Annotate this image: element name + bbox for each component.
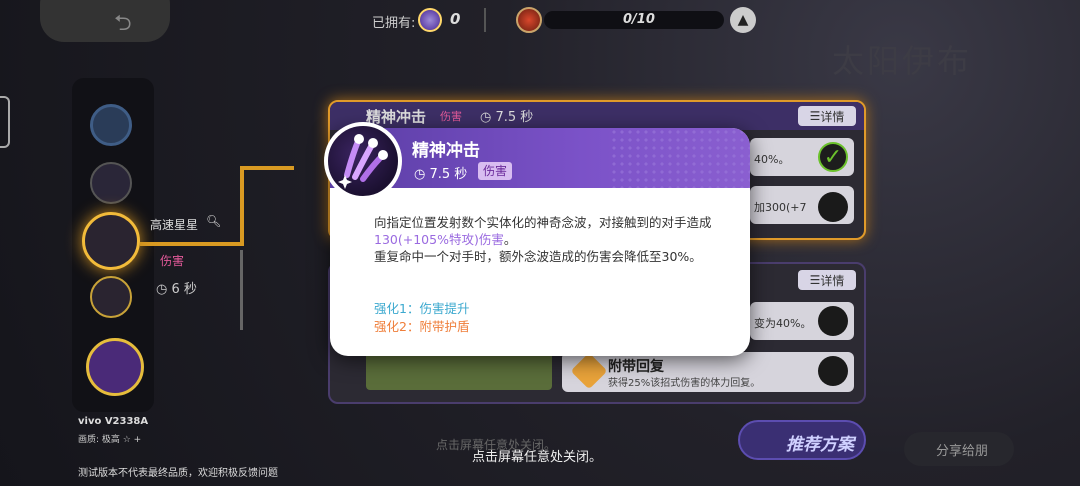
- enhancement-2: 强化2：附带护盾: [374, 319, 470, 334]
- header-pattern: [610, 128, 750, 188]
- selected-skill-tag: 伤害: [160, 254, 185, 268]
- enhancement-1: 强化1：伤害提升: [374, 301, 470, 316]
- desc-text: 向指定位置发射数个实体化的神奇念波，对接触到的对手造成: [374, 215, 712, 230]
- selected-skill-cd: ◷ 6 秒: [156, 282, 197, 297]
- check-icon[interactable]: ✓: [818, 142, 848, 172]
- device-label: vivo V2338A: [78, 416, 149, 427]
- upgrade-option-text: 变为40%。: [754, 317, 812, 330]
- close-hint[interactable]: 点击屏幕任意处关闭。: [472, 446, 602, 465]
- progress-text: 0/10: [623, 12, 655, 27]
- cd-value: 7.5 秒: [495, 110, 534, 125]
- upgrade-option-text: 40%。: [754, 153, 790, 166]
- divider: [484, 8, 486, 32]
- recommend-label: 推荐方案: [786, 435, 854, 455]
- recommend-plan-button[interactable]: 推荐方案: [738, 420, 866, 460]
- currency-icon: [418, 8, 442, 32]
- details-button[interactable]: ☰ 详情: [798, 106, 856, 126]
- skill-node-icon[interactable]: [90, 276, 132, 318]
- pokemon-name: 太阳伊布: [832, 42, 973, 80]
- upgrade-option-text: 加300(+7: [754, 201, 807, 214]
- psyshock-skill-icon: [324, 122, 402, 200]
- upgrade-panel-cd: ◷ 7.5 秒: [480, 110, 534, 125]
- quality-label: 画质: 极高 ☆ +: [78, 435, 142, 445]
- search-icon[interactable]: 🔍︎: [206, 214, 221, 228]
- swift-star-skill-icon[interactable]: [82, 212, 140, 270]
- desc-text: 重复命中一个对手时，额外念波造成的伤害会降低至30%。: [374, 249, 702, 264]
- owned-count: 0: [450, 10, 461, 28]
- badge-icon: [516, 7, 542, 33]
- popup-title: 精神冲击: [412, 141, 480, 161]
- share-button[interactable]: 分享给朋: [904, 432, 1014, 466]
- details-label: 详情: [820, 273, 845, 288]
- details-label: 详情: [820, 109, 845, 124]
- unite-move-icon[interactable]: [86, 338, 144, 396]
- arrow-up-icon[interactable]: ▲: [730, 7, 756, 33]
- heal-title: 附带回复: [608, 359, 664, 375]
- tree-connector: [240, 166, 294, 170]
- owned-label: 已拥有:: [372, 16, 416, 31]
- cd-value: 7.5 秒: [429, 167, 468, 182]
- radio-button[interactable]: [818, 306, 848, 336]
- popup-tag: 伤害: [478, 162, 513, 180]
- tree-connector: [140, 242, 244, 246]
- desc-highlight: 130(+105%特攻)伤害: [374, 232, 504, 247]
- heal-desc: 获得25%该招式伤害的体力回复。: [608, 378, 761, 389]
- test-notice: 测试版本不代表最终品质，欢迎积极反馈问题: [78, 468, 278, 479]
- radio-button[interactable]: [818, 192, 848, 222]
- selected-skill-name: 高速星星: [150, 218, 199, 232]
- psyshock-icon: [338, 134, 388, 189]
- upgrade-panel-tag: 伤害: [440, 110, 462, 123]
- gear-icon[interactable]: [90, 104, 132, 146]
- tree-connector: [240, 166, 244, 246]
- details-button[interactable]: ☰ 详情: [798, 270, 856, 290]
- radio-button[interactable]: [818, 356, 848, 386]
- clock-icon: ◷: [414, 167, 426, 182]
- tree-connector: [240, 250, 243, 330]
- popup-cooldown: ◷ 7.5 秒: [414, 163, 467, 182]
- cd-value: 6 秒: [171, 282, 197, 297]
- skill-node-icon[interactable]: [90, 162, 132, 204]
- popup-description: 向指定位置发射数个实体化的神奇念波，对接触到的对手造成 130(+105%特攻)伤…: [374, 214, 714, 265]
- desc-text: 。: [503, 232, 517, 247]
- share-label: 分享给朋: [936, 444, 989, 459]
- side-tab[interactable]: [0, 96, 10, 148]
